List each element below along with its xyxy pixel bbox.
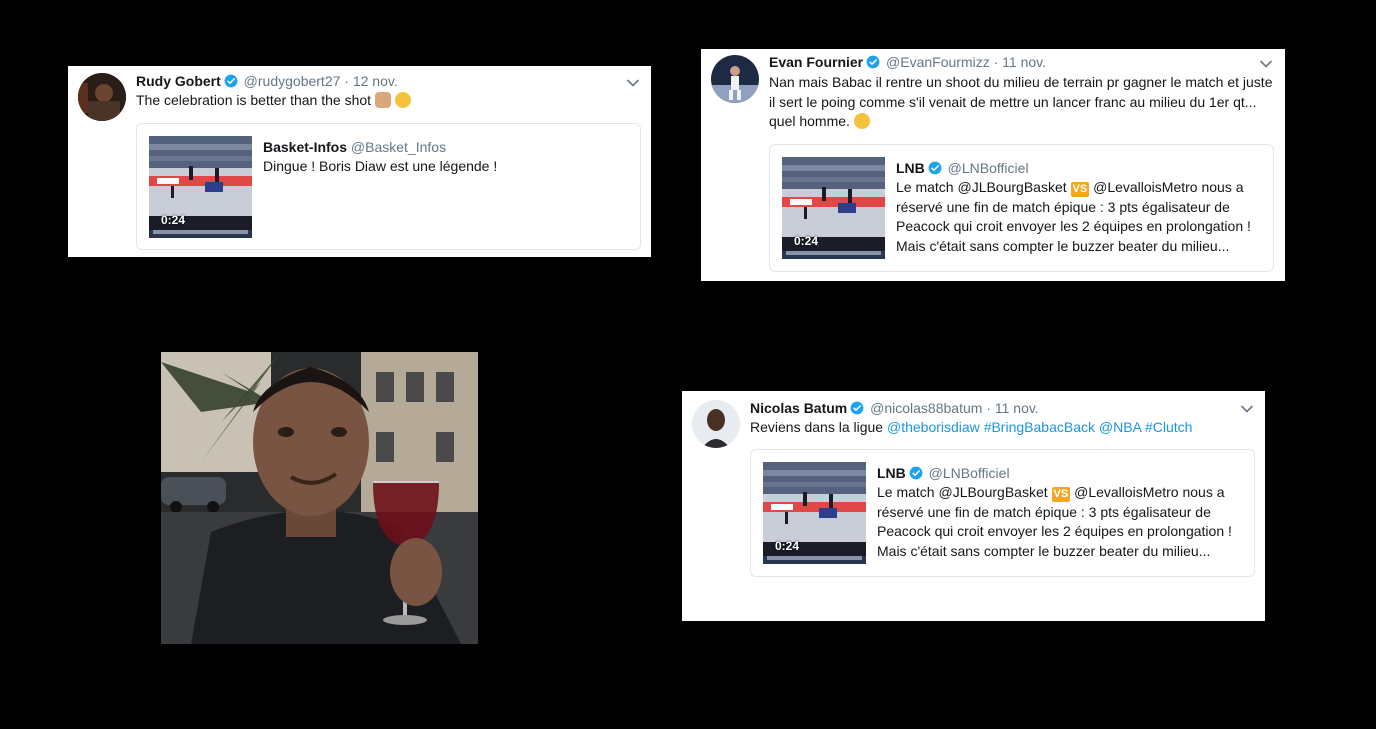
video-thumbnail[interactable]: 0:24 [782,157,885,259]
author-name[interactable]: Rudy Gobert [136,73,221,89]
tweet-text-line: Nan mais Babac il rentre un shoot du mil… [769,74,1273,90]
mention-link[interactable]: @theborisdiaw [887,419,980,435]
tweet-date[interactable]: 11 nov. [995,400,1039,416]
separator-dot: · [993,54,999,70]
tweet-text-line: quel homme. [769,113,850,129]
avatar-rudy-gobert[interactable] [78,73,126,121]
quoted-tweet[interactable]: 0:24 LNB @LNBofficiel Le match @JLBourgB… [769,144,1274,272]
author-handle[interactable]: @EvanFourmizz [886,54,990,70]
quoted-text: Dingue ! Boris Diaw est une légende ! [263,158,498,174]
quoted-text-line: @LevalloisMetro nous a [1074,484,1225,500]
quoted-author-name: LNB [896,160,925,176]
video-thumbnail[interactable]: 0:24 [763,462,866,564]
tweet-date[interactable]: 11 nov. [1002,54,1046,70]
quoted-text-line: @LevalloisMetro nous a [1093,179,1244,195]
separator-dot: · [344,73,349,89]
video-duration: 0:24 [775,539,800,553]
quoted-text-line: Mais c'était sans compter le buzzer beat… [896,237,1230,254]
tweet-text: The celebration is better than the shot [136,92,372,108]
tweet-card-rudy-gobert[interactable]: Rudy Gobert @rudygobert27 · 12 nov. The … [68,66,651,257]
tweet-card-evan-fournier[interactable]: Evan Fournier @EvanFourmizz · 11 nov. Na… [701,49,1285,281]
quoted-text-line: Peacock qui croit envoyer les 2 équipes … [877,523,1232,539]
quoted-author-name: LNB [877,465,906,481]
verified-icon [909,466,923,480]
verified-icon [866,55,880,69]
laughing-emoji-icon [394,92,411,108]
verified-icon [928,161,942,175]
author-name[interactable]: Nicolas Batum [750,400,847,416]
author-name[interactable]: Evan Fournier [769,54,863,70]
quoted-tweet[interactable]: 0:24 LNB @LNBofficiel Le match @JLBourgB… [750,449,1255,577]
vs-emoji-icon: VS [1070,182,1090,197]
photo-selfie-wine-glass [161,352,478,644]
quoted-author-handle: @Basket_Infos [350,139,447,155]
verified-icon [224,74,238,88]
quoted-text-line: Le match @JLBourgBasket [896,179,1067,195]
tweet-text: Reviens dans la ligue [750,419,884,435]
tweet-date[interactable]: 12 nov. [353,73,398,89]
tweet-card-nicolas-batum[interactable]: Nicolas Batum @nicolas88batum · 11 nov. … [682,391,1265,621]
hashtag-link[interactable]: #BringBabacBack [984,419,1095,435]
quoted-author-name: Basket-Infos [263,139,348,155]
fist-emoji-icon [374,92,391,108]
verified-icon [850,401,864,415]
quoted-author-handle: @LNBofficiel [928,465,1010,481]
quoted-text-line: Peacock qui croit envoyer les 2 équipes … [896,218,1251,234]
video-duration: 0:24 [794,234,819,248]
mention-link[interactable]: @NBA [1099,419,1141,435]
tweet-text-line: il sert le poing comme s'il venait de me… [769,93,1257,110]
video-duration: 0:24 [161,213,186,227]
quoted-text-line: réservé une fin de match épique : 3 pts … [896,198,1230,215]
author-handle[interactable]: @nicolas88batum [870,400,982,416]
video-thumbnail[interactable]: 0:24 [149,136,252,238]
avatar-nicolas-batum[interactable] [692,400,740,448]
author-handle[interactable]: @rudygobert27 [244,73,341,89]
vs-emoji-icon: VS [1051,487,1071,502]
chevron-down-icon[interactable] [626,78,640,88]
quoted-tweet[interactable]: 0:24 Basket-Infos @Basket_Infos Dingue !… [136,123,641,250]
separator-dot: · [986,400,991,416]
chevron-down-icon[interactable] [1259,59,1273,69]
quoted-text-line: Le match @JLBourgBasket [877,484,1048,500]
hashtag-link[interactable]: #Clutch [1145,419,1192,435]
chevron-down-icon[interactable] [1240,404,1254,414]
avatar-evan-fournier[interactable] [711,55,759,103]
quoted-text-line: réservé une fin de match épique : 3 pts … [877,503,1211,520]
quoted-text-line: Mais c'était sans compter le buzzer beat… [877,542,1211,559]
crying-emoji-icon [853,113,870,129]
quoted-author-handle: @LNBofficiel [947,160,1029,176]
